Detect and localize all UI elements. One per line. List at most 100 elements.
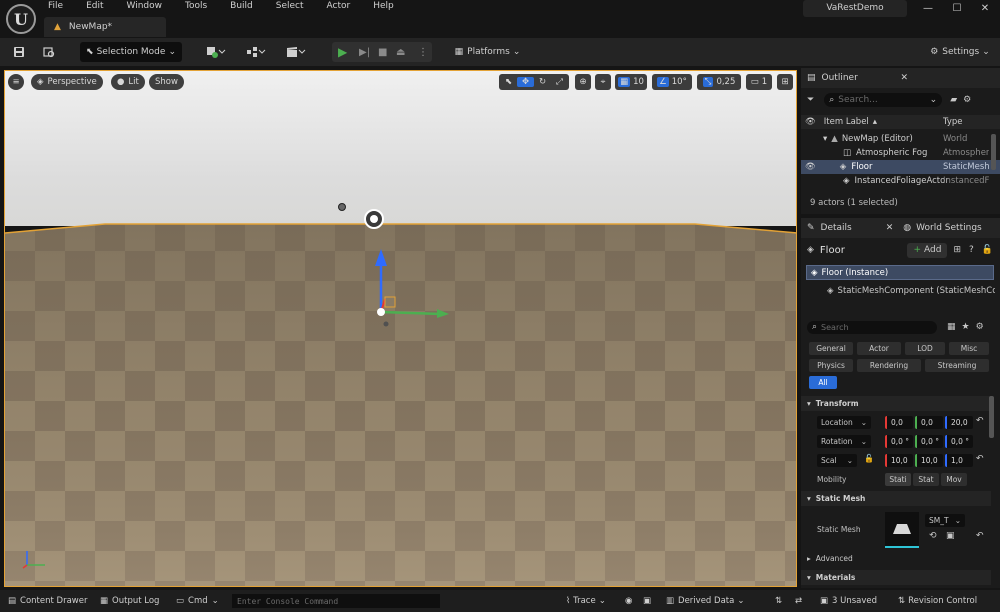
trace-dropdown[interactable]: ⌇ Trace ⌄ xyxy=(566,594,606,608)
outliner-row-selected[interactable]: 👁 ◈ Floor StaticMeshActor xyxy=(801,160,1000,174)
location-z[interactable]: 20,0 xyxy=(945,416,973,429)
scale-dropdown[interactable]: Scal ⌄ xyxy=(817,454,857,467)
snapshot-icon[interactable]: ▣ xyxy=(643,594,651,608)
reset-icon[interactable]: ↶ xyxy=(976,531,984,541)
actor-name[interactable]: Floor xyxy=(820,245,845,256)
lit-button[interactable]: ● Lit xyxy=(111,74,145,90)
rotation-y[interactable]: 0,0 ° xyxy=(915,435,943,448)
stop-icon[interactable]: ■ xyxy=(378,47,387,58)
maximize-button[interactable]: ☐ xyxy=(944,1,970,16)
menu-select[interactable]: Select xyxy=(276,0,304,12)
tab-newmap[interactable]: ▲ NewMap* xyxy=(44,17,166,37)
rotation-snap-button[interactable]: ∠ 10° xyxy=(652,74,692,90)
outliner-row[interactable]: ◫ Atmospheric Fog AtmosphericFog xyxy=(801,146,1000,160)
selection-mode-dropdown[interactable]: ⬉ Selection Mode ⌄ xyxy=(80,42,182,62)
lock-icon[interactable]: 🔓 xyxy=(982,245,993,255)
source-control-icon[interactable]: ⇅ xyxy=(775,594,782,608)
outliner-row[interactable]: ▾ ▲ NewMap (Editor) World xyxy=(801,132,1000,146)
reset-icon[interactable]: ↶ xyxy=(976,454,984,464)
component-root[interactable]: ◈ Floor (Instance) xyxy=(806,265,994,280)
lock-icon[interactable]: 🔓 xyxy=(864,454,874,463)
derived-data-dropdown[interactable]: ▥ Derived Data ⌄ xyxy=(666,594,744,608)
menu-help[interactable]: Help xyxy=(373,0,394,12)
content-drawer-button[interactable]: ▤ Content Drawer xyxy=(8,594,87,608)
filter-all[interactable]: All xyxy=(809,376,837,389)
scale-z[interactable]: 1,0 xyxy=(945,454,973,467)
filter-icon[interactable]: ⏷ xyxy=(807,95,814,105)
eject-icon[interactable]: ⏏ xyxy=(396,47,405,58)
details-scrollbar[interactable] xyxy=(989,396,994,438)
visibility-icon[interactable]: 👁 xyxy=(805,162,816,172)
filter-rendering[interactable]: Rendering xyxy=(857,359,921,372)
col-type[interactable]: Type xyxy=(943,117,989,127)
menu-actor[interactable]: Actor xyxy=(327,0,351,12)
close-icon[interactable]: ✕ xyxy=(886,223,894,233)
cinematics-button[interactable] xyxy=(282,43,310,61)
world-space-icon[interactable]: ⊕ xyxy=(575,74,591,90)
revision-control-dropdown[interactable]: ⇅ Revision Control xyxy=(898,594,977,608)
scale-y[interactable]: 10,0 xyxy=(915,454,943,467)
mobility-static[interactable]: Stati xyxy=(885,473,911,486)
chevron-down-icon[interactable]: ▾ xyxy=(823,134,827,144)
select-tool-icon[interactable]: ⬉ xyxy=(500,77,517,87)
console-input[interactable]: Enter Console Command xyxy=(232,594,440,608)
tab-details[interactable]: Details xyxy=(821,223,852,233)
step-icon[interactable]: ▶| xyxy=(359,47,370,58)
location-x[interactable]: 0,0 xyxy=(885,416,913,429)
platforms-dropdown[interactable]: ▦ Platforms ⌄ xyxy=(450,43,525,61)
record-icon[interactable]: ◉ xyxy=(625,594,632,608)
grid-snap-button[interactable]: ▦ 10 xyxy=(615,74,647,90)
location-dropdown[interactable]: Location ⌄ xyxy=(817,416,871,429)
location-y[interactable]: 0,0 xyxy=(915,416,943,429)
use-selected-icon[interactable]: ⟲ xyxy=(929,531,937,541)
static-mesh-dropdown[interactable]: SM_T ⌄ xyxy=(925,514,965,527)
details-search-input[interactable]: ⌕ Search xyxy=(807,320,937,334)
outliner-search-input[interactable]: ⌕ Search... ⌄ xyxy=(824,93,943,107)
filter-physics[interactable]: Physics xyxy=(809,359,853,372)
filter-streaming[interactable]: Streaming xyxy=(925,359,989,372)
reset-icon[interactable]: ↶ xyxy=(976,416,984,426)
gear-icon[interactable]: ⚙ xyxy=(963,95,971,105)
gear-icon[interactable]: ⚙ xyxy=(976,322,984,332)
outliner-scrollbar[interactable] xyxy=(991,134,996,170)
cmd-dropdown[interactable]: ▭ Cmd ⌄ xyxy=(176,594,219,608)
mesh-thumbnail[interactable] xyxy=(885,512,919,548)
menu-file[interactable]: File xyxy=(48,0,63,12)
viewport-layout-icon[interactable]: ⊞ xyxy=(777,74,793,90)
save-icon[interactable] xyxy=(10,43,28,61)
menu-edit[interactable]: Edit xyxy=(86,0,103,12)
unsaved-button[interactable]: ▣ 3 Unsaved xyxy=(820,594,877,608)
more-options-icon[interactable]: ⋮ xyxy=(418,47,428,58)
play-icon[interactable]: ▶ xyxy=(338,45,347,59)
filter-general[interactable]: General xyxy=(809,342,853,355)
section-static-mesh[interactable]: ▾ Static Mesh xyxy=(801,491,991,506)
translate-tool-icon[interactable]: ✥ xyxy=(517,77,534,87)
col-item-label[interactable]: Item Label xyxy=(824,117,869,127)
advanced-toggle[interactable]: ▸ Advanced xyxy=(807,554,853,563)
section-transform[interactable]: ▾ Transform xyxy=(801,396,991,411)
surface-snap-icon[interactable]: ⌖ xyxy=(595,74,611,90)
table-view-icon[interactable]: ▦ xyxy=(947,322,956,332)
add-component-button[interactable]: + Add xyxy=(907,242,948,258)
mobility-movable[interactable]: Mov xyxy=(941,473,967,486)
menu-tools[interactable]: Tools xyxy=(185,0,207,12)
rotation-z[interactable]: 0,0 ° xyxy=(945,435,973,448)
tab-world-settings[interactable]: World Settings xyxy=(916,223,982,233)
scale-snap-button[interactable]: ⤡ 0,25 xyxy=(697,74,741,90)
star-icon[interactable]: ★ xyxy=(962,322,970,332)
scale-x[interactable]: 10,0 xyxy=(885,454,913,467)
visibility-icon[interactable]: 👁 xyxy=(805,117,816,127)
outliner-row[interactable]: ◈ InstancedFoliageActor InstancedFoliage… xyxy=(801,174,1000,188)
menu-build[interactable]: Build xyxy=(230,0,253,12)
viewport-menu-icon[interactable]: ≡ xyxy=(8,74,24,90)
filter-actor[interactable]: Actor xyxy=(857,342,901,355)
unreal-logo[interactable]: U xyxy=(6,4,36,34)
minimize-button[interactable]: — xyxy=(915,1,941,16)
menu-window[interactable]: Window xyxy=(127,0,163,12)
sync-icon[interactable]: ⇄ xyxy=(795,594,802,608)
tab-outliner[interactable]: ▤ Outliner ✕ xyxy=(801,68,1000,88)
scale-tool-icon[interactable]: ⤢ xyxy=(551,77,568,87)
settings-dropdown[interactable]: ⚙ Settings ⌄ xyxy=(925,43,995,61)
output-log-button[interactable]: ▦ Output Log xyxy=(100,594,159,608)
filter-lod[interactable]: LOD xyxy=(905,342,945,355)
